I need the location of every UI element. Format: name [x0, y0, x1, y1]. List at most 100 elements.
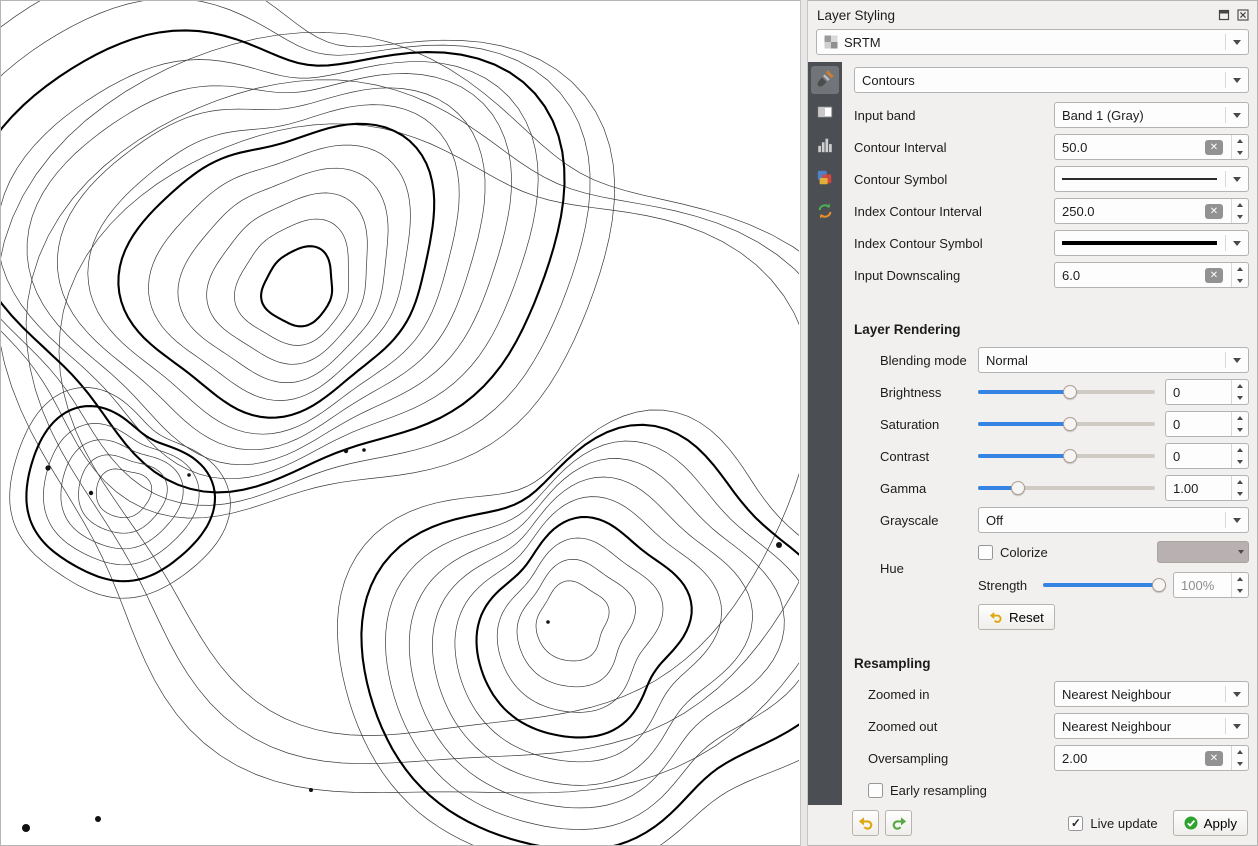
strength-input[interactable]: 100% — [1173, 572, 1249, 598]
transparency-icon — [816, 103, 834, 124]
panel-header: Layer Styling — [808, 1, 1257, 27]
spin-up-button[interactable] — [1232, 135, 1248, 147]
zoomed-in-select[interactable]: Nearest Neighbour — [1054, 681, 1249, 707]
slider-handle[interactable] — [1063, 417, 1077, 431]
clear-value-icon[interactable]: ✕ — [1205, 204, 1223, 219]
spin-up-button[interactable] — [1232, 380, 1248, 392]
layer-selector[interactable]: SRTM — [816, 29, 1249, 55]
gamma-input[interactable]: 1.00 — [1165, 475, 1249, 501]
early-resampling-checkbox[interactable] — [868, 783, 883, 798]
clear-value-icon[interactable]: ✕ — [1205, 268, 1223, 283]
contour-symbol-button[interactable] — [1054, 166, 1249, 192]
spin-down-button[interactable] — [1232, 456, 1248, 468]
gamma-slider[interactable] — [978, 479, 1155, 497]
slider-handle[interactable] — [1152, 578, 1166, 592]
input-band-value: Band 1 (Gray) — [1062, 108, 1221, 123]
thin-line-swatch — [1062, 167, 1221, 191]
oversampling-input[interactable]: 2.00 ✕ — [1054, 745, 1249, 771]
dropdown-arrow-icon — [1226, 518, 1248, 523]
input-downscaling-label: Input Downscaling — [854, 268, 1054, 283]
spin-up-button[interactable] — [1232, 263, 1248, 275]
contrast-slider[interactable] — [978, 447, 1155, 465]
hue-label: Hue — [880, 561, 978, 576]
layer-selector-value: SRTM — [844, 35, 1221, 50]
spin-down-button[interactable] — [1232, 147, 1248, 159]
slider-handle[interactable] — [1063, 385, 1077, 399]
float-panel-icon[interactable] — [1217, 8, 1231, 22]
colorize-color-swatch[interactable] — [1157, 541, 1249, 563]
renderer-selector[interactable]: Contours — [854, 67, 1249, 93]
input-band-select[interactable]: Band 1 (Gray) — [1054, 102, 1249, 128]
zoomed-out-value: Nearest Neighbour — [1062, 719, 1221, 734]
dropdown-arrow-icon — [1226, 78, 1248, 83]
spin-down-button[interactable] — [1232, 424, 1248, 436]
oversampling-label: Oversampling — [868, 751, 1054, 766]
dropdown-arrow-icon — [1226, 113, 1248, 118]
blending-mode-select[interactable]: Normal — [978, 347, 1249, 373]
layer-styling-panel: Layer Styling SRTM — [808, 0, 1258, 846]
spin-up-button[interactable] — [1232, 199, 1248, 211]
dropdown-arrow-icon — [1226, 724, 1248, 729]
spin-down-button[interactable] — [1232, 211, 1248, 223]
blending-mode-label: Blending mode — [880, 353, 978, 368]
dropdown-arrow-icon — [1226, 40, 1248, 45]
brightness-slider[interactable] — [978, 383, 1155, 401]
index-contour-interval-label: Index Contour Interval — [854, 204, 1054, 219]
slider-handle[interactable] — [1063, 449, 1077, 463]
undo-icon — [858, 815, 874, 831]
strength-slider[interactable] — [1043, 576, 1166, 594]
redo-icon — [891, 815, 907, 831]
spin-down-button[interactable] — [1232, 275, 1248, 287]
index-contour-interval-input[interactable]: 250.0 ✕ — [1054, 198, 1249, 224]
spin-down-button[interactable] — [1232, 488, 1248, 500]
grayscale-select[interactable]: Off — [978, 507, 1249, 533]
strength-value: 100% — [1181, 578, 1227, 593]
clear-value-icon[interactable]: ✕ — [1205, 751, 1223, 766]
spin-up-button[interactable] — [1232, 476, 1248, 488]
undo-button[interactable] — [852, 810, 879, 836]
contrast-input[interactable]: 0 — [1165, 443, 1249, 469]
apply-button[interactable]: Apply — [1173, 810, 1248, 836]
brightness-value: 0 — [1173, 385, 1227, 400]
spin-up-button[interactable] — [1232, 444, 1248, 456]
grayscale-label: Grayscale — [880, 513, 978, 528]
spin-up-button[interactable] — [1232, 746, 1248, 758]
live-update-label: Live update — [1090, 816, 1157, 831]
spin-up-button[interactable] — [1232, 573, 1248, 585]
tab-transparency[interactable] — [811, 99, 839, 127]
contour-map — [1, 1, 799, 845]
paintbrush-icon — [816, 69, 835, 91]
saturation-input[interactable]: 0 — [1165, 411, 1249, 437]
map-canvas[interactable] — [0, 0, 800, 846]
clear-value-icon[interactable]: ✕ — [1205, 140, 1223, 155]
zoomed-in-value: Nearest Neighbour — [1062, 687, 1221, 702]
blending-mode-value: Normal — [986, 353, 1221, 368]
contrast-value: 0 — [1173, 449, 1227, 464]
spin-down-button[interactable] — [1232, 392, 1248, 404]
redo-button[interactable] — [885, 810, 912, 836]
brightness-label: Brightness — [880, 385, 978, 400]
spin-down-button[interactable] — [1232, 585, 1248, 597]
spin-down-button[interactable] — [1232, 758, 1248, 770]
live-update-checkbox[interactable] — [1068, 816, 1083, 831]
slider-handle[interactable] — [1011, 481, 1025, 495]
tab-histogram[interactable] — [811, 132, 839, 160]
brightness-input[interactable]: 0 — [1165, 379, 1249, 405]
input-downscaling-input[interactable]: 6.0 ✕ — [1054, 262, 1249, 288]
panel-title: Layer Styling — [817, 8, 895, 23]
reset-button[interactable]: Reset — [978, 604, 1055, 630]
tab-symbology[interactable] — [811, 66, 839, 94]
layer-rendering-heading: Layer Rendering — [854, 322, 1249, 337]
tab-rendering[interactable] — [811, 165, 839, 193]
contour-interval-input[interactable]: 50.0 ✕ — [1054, 134, 1249, 160]
panel-splitter[interactable] — [800, 0, 808, 846]
close-panel-icon[interactable] — [1236, 8, 1250, 22]
index-contour-symbol-button[interactable] — [1054, 230, 1249, 256]
contour-interval-label: Contour Interval — [854, 140, 1054, 155]
spin-up-button[interactable] — [1232, 412, 1248, 424]
zoomed-out-select[interactable]: Nearest Neighbour — [1054, 713, 1249, 739]
zoomed-in-label: Zoomed in — [868, 687, 1054, 702]
tab-history[interactable] — [811, 198, 839, 226]
saturation-slider[interactable] — [978, 415, 1155, 433]
colorize-checkbox[interactable] — [978, 545, 993, 560]
